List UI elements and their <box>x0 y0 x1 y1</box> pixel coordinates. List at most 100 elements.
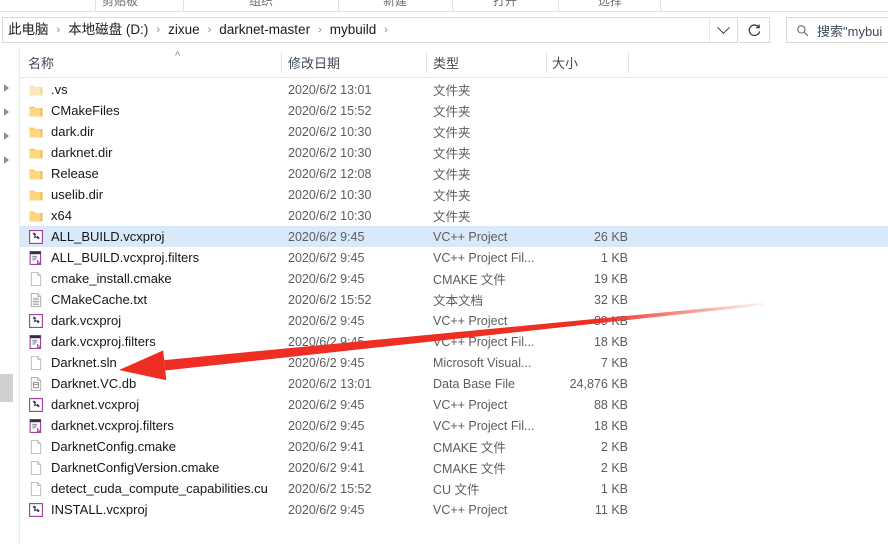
search-box[interactable]: 搜索"mybui <box>786 17 888 43</box>
file-name-cell[interactable]: Darknet.VC.db <box>20 373 281 394</box>
address-bar-row: 此电脑 › 本地磁盘 (D:) › zixue › darknet-master › mybui… <box>0 12 888 48</box>
breadcrumb-separator-icon[interactable]: › <box>380 24 392 36</box>
navigation-pane[interactable] <box>0 48 19 544</box>
table-row[interactable]: darknet.vcxproj.filters 2020/6/2 9:45 VC++… <box>20 415 888 436</box>
breadcrumb-separator-icon[interactable]: › <box>314 24 326 36</box>
file-name-cell[interactable]: x64 <box>20 205 281 226</box>
table-row[interactable]: x64 2020/6/2 10:30 文件夹 <box>20 205 888 226</box>
folder-icon <box>29 169 43 179</box>
column-resize-handle[interactable] <box>281 52 282 73</box>
column-header[interactable]: 大小 <box>552 48 622 77</box>
breadcrumb-item[interactable]: darknet-master <box>215 21 314 39</box>
file-name-cell[interactable]: uselib.dir <box>20 184 281 205</box>
address-bar[interactable]: 此电脑 › 本地磁盘 (D:) › zixue › darknet-master › mybui… <box>2 17 738 43</box>
file-name-cell[interactable]: dark.vcxproj.filters <box>20 331 281 352</box>
file-date-cell: 2020/6/2 10:30 <box>288 124 372 139</box>
file-name-cell[interactable]: CMakeFiles <box>20 100 281 121</box>
chevron-down-icon <box>717 20 730 34</box>
file-name-cell[interactable]: dark.dir <box>20 121 281 142</box>
file-list[interactable]: .vs 2020/6/2 13:01 文件夹 CMakeFiles 2020/6/2 1… <box>20 79 888 544</box>
vcxproj-icon <box>29 313 43 328</box>
blank-file-icon <box>28 439 44 455</box>
chevron-right-icon[interactable] <box>4 132 9 140</box>
file-type-cell: CMAKE 文件 <box>433 441 506 455</box>
table-row[interactable]: darknet.vcxproj 2020/6/2 9:45 VC++ Project… <box>20 394 888 415</box>
file-name-cell[interactable]: DarknetConfig.cmake <box>20 436 281 457</box>
column-resize-handle[interactable] <box>546 52 547 73</box>
column-resize-handle[interactable] <box>426 52 427 73</box>
table-row[interactable]: dark.vcxproj.filters 2020/6/2 9:45 VC++ Pr… <box>20 331 888 352</box>
breadcrumb-separator-icon[interactable]: › <box>204 24 216 36</box>
blank-file-icon <box>30 481 42 496</box>
file-date-cell: 2020/6/2 9:45 <box>288 502 365 517</box>
table-row[interactable]: ALL_BUILD.vcxproj 2020/6/2 9:45 VC++ Proje… <box>20 226 888 247</box>
sort-ascending-icon[interactable]: ^ <box>175 51 180 62</box>
search-input[interactable]: 搜索"mybui <box>817 21 882 40</box>
breadcrumb-item[interactable]: zixue <box>164 21 204 39</box>
file-name-cell[interactable]: ALL_BUILD.vcxproj.filters <box>20 247 281 268</box>
table-row[interactable]: Darknet.VC.db 2020/6/2 13:01 Data Base Fil… <box>20 373 888 394</box>
file-name-cell[interactable]: Darknet.sln <box>20 352 281 373</box>
file-type-cell: 文件夹 <box>433 147 471 161</box>
table-row[interactable]: .vs 2020/6/2 13:01 文件夹 <box>20 79 888 100</box>
breadcrumb-item[interactable]: 此电脑 <box>4 21 53 39</box>
file-name-cell[interactable]: ALL_BUILD.vcxproj <box>20 226 281 247</box>
file-type-cell: VC++ Project Fil... <box>433 250 535 265</box>
file-size-cell <box>552 100 628 121</box>
address-dropdown-button[interactable] <box>709 18 737 42</box>
chevron-right-icon[interactable] <box>4 84 9 92</box>
file-name-cell[interactable]: cmake_install.cmake <box>20 268 281 289</box>
column-resize-handle[interactable] <box>628 52 629 73</box>
table-row[interactable]: uselib.dir 2020/6/2 10:30 文件夹 <box>20 184 888 205</box>
file-size-cell <box>552 205 628 226</box>
file-name-cell[interactable]: dark.vcxproj <box>20 310 281 331</box>
table-row[interactable]: DarknetConfig.cmake 2020/6/2 9:41 CMAKE 文件… <box>20 436 888 457</box>
navigation-pane-scrollbar[interactable] <box>0 374 13 402</box>
file-name-cell[interactable]: darknet.dir <box>20 142 281 163</box>
table-row[interactable]: dark.dir 2020/6/2 10:30 文件夹 <box>20 121 888 142</box>
table-row[interactable]: darknet.dir 2020/6/2 10:30 文件夹 <box>20 142 888 163</box>
breadcrumb-separator-icon[interactable]: › <box>152 24 164 36</box>
file-name-label: darknet.vcxproj <box>51 397 140 412</box>
file-name-cell[interactable]: darknet.vcxproj.filters <box>20 415 281 436</box>
file-size-cell: 18 KB <box>593 418 628 433</box>
table-row[interactable]: dark.vcxproj 2020/6/2 9:45 VC++ Project 89 … <box>20 310 888 331</box>
table-row[interactable]: INSTALL.vcxproj 2020/6/2 9:45 VC++ Project… <box>20 499 888 520</box>
blank-file-icon <box>30 439 42 454</box>
column-header[interactable]: 类型 <box>433 48 543 77</box>
breadcrumb-item[interactable]: mybuild <box>326 21 381 39</box>
breadcrumb-item[interactable]: 本地磁盘 (D:) <box>64 21 152 39</box>
file-name-cell[interactable]: Release <box>20 163 281 184</box>
file-date-cell: 2020/6/2 9:45 <box>288 397 365 412</box>
file-name-cell[interactable]: detect_cuda_compute_capabilities.cu <box>20 478 281 499</box>
table-row[interactable]: CMakeFiles 2020/6/2 15:52 文件夹 <box>20 100 888 121</box>
table-row[interactable]: Darknet.sln 2020/6/2 9:45 Microsoft Visual… <box>20 352 888 373</box>
breadcrumb-separator-icon[interactable]: › <box>53 24 65 36</box>
file-name-cell[interactable]: CMakeCache.txt <box>20 289 281 310</box>
file-name-cell[interactable]: .vs <box>20 79 281 100</box>
file-name-cell[interactable]: DarknetConfigVersion.cmake <box>20 457 281 478</box>
folder-icon <box>28 124 44 140</box>
table-row[interactable]: ALL_BUILD.vcxproj.filters 2020/6/2 9:45 VC… <box>20 247 888 268</box>
file-size-cell: 88 KB <box>593 397 628 412</box>
file-name-label: Release <box>51 166 99 181</box>
blank-file-icon <box>28 460 44 476</box>
breadcrumb[interactable]: 此电脑 › 本地磁盘 (D:) › zixue › darknet-master › mybui… <box>3 18 709 42</box>
file-name-label: dark.vcxproj.filters <box>51 334 156 349</box>
table-row[interactable]: detect_cuda_compute_capabilities.cu 2020/… <box>20 478 888 499</box>
table-row[interactable]: Release 2020/6/2 12:08 文件夹 <box>20 163 888 184</box>
column-header[interactable]: 修改日期 <box>288 48 428 77</box>
chevron-right-icon[interactable] <box>4 156 9 164</box>
folder-icon <box>29 106 43 116</box>
ribbon-separator <box>660 0 661 11</box>
file-name-cell[interactable]: INSTALL.vcxproj <box>20 499 281 520</box>
file-type-cell: VC++ Project Fil... <box>433 334 535 349</box>
file-name-label: INSTALL.vcxproj <box>51 502 148 517</box>
refresh-button[interactable] <box>740 17 770 43</box>
column-header[interactable]: 名称 <box>28 48 278 77</box>
file-name-cell[interactable]: darknet.vcxproj <box>20 394 281 415</box>
table-row[interactable]: cmake_install.cmake 2020/6/2 9:45 CMAKE 文件… <box>20 268 888 289</box>
table-row[interactable]: DarknetConfigVersion.cmake 2020/6/2 9:41 C… <box>20 457 888 478</box>
chevron-right-icon[interactable] <box>4 108 9 116</box>
table-row[interactable]: CMakeCache.txt 2020/6/2 15:52 文本文档 32 KB <box>20 289 888 310</box>
